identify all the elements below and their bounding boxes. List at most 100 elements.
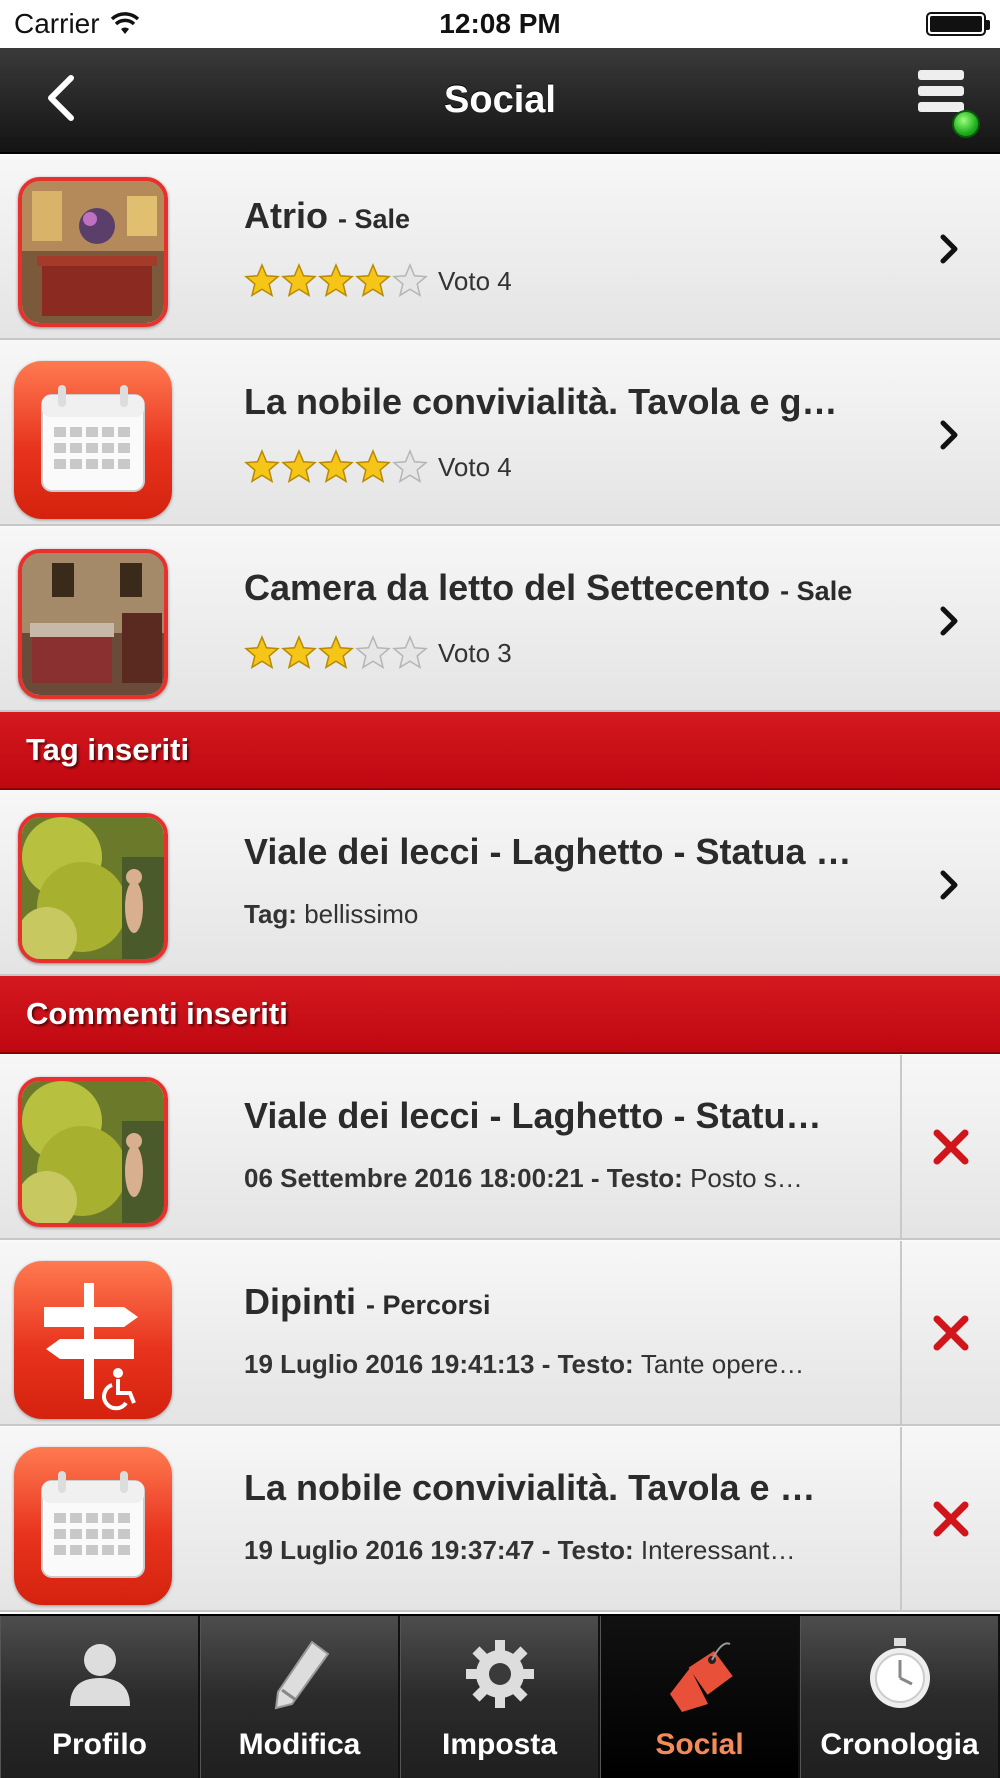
item-category: - Sale [338,204,411,234]
star-filled-icon [355,449,391,484]
tab-bar: Profilo Modifica Imposta Social Cronolog… [0,1614,1000,1778]
star-filled-icon [318,449,354,484]
star-filled-icon [244,263,280,298]
tag-row[interactable]: Viale dei lecci - Laghetto - Statua … Ta… [0,790,1000,976]
comment-meta: 19 Luglio 2016 19:41:13 - Testo: Tante o… [244,1349,804,1380]
vote-label: Voto 4 [438,451,512,482]
tab-profilo[interactable]: Profilo [0,1616,200,1778]
star-filled-icon [281,635,317,670]
section-title: Commenti inseriti [26,996,288,1031]
delete-button[interactable] [900,1427,1000,1610]
item-title-text: Atrio [244,195,328,236]
garden-thumbnail [18,813,168,963]
tab-modifica[interactable]: Modifica [200,1616,400,1778]
item-title: Viale dei lecci - Laghetto - Statu… [244,1095,821,1137]
delete-button[interactable] [900,1241,1000,1424]
tab-imposta[interactable]: Imposta [400,1616,600,1778]
star-filled-icon [244,635,280,670]
star-empty-icon [392,263,428,298]
vote-label: Voto 3 [438,637,512,668]
status-time: 12:08 PM [439,8,561,39]
comment-date: 19 Luglio 2016 19:37:47 - Testo: [244,1535,634,1565]
item-title-text: Viale dei lecci - Laghetto - Statu… [244,1095,822,1136]
menu-button[interactable] [918,70,980,138]
rating-row[interactable]: Camera da letto del Settecento - Sale Vo… [0,526,1000,712]
item-title: Dipinti - Percorsi [244,1281,491,1323]
back-button[interactable] [30,68,90,128]
section-header-tags: Tag inseriti [0,712,1000,790]
chevron-right-icon [940,420,958,450]
star-filled-icon [318,263,354,298]
comment-text: Tante opere… [640,1349,805,1379]
garden-thumbnail [18,1077,168,1227]
calendar-icon [41,385,145,492]
item-title-text: Viale dei lecci - Laghetto - Statua … [244,831,852,872]
comment-row[interactable]: Viale dei lecci - Laghetto - Statu… 06 S… [0,1054,1000,1240]
delete-button[interactable] [900,1055,1000,1238]
signpost-thumbnail [14,1261,172,1419]
status-bar: Carrier 12:08 PM [0,0,1000,48]
comment-text: Interessant… [640,1535,796,1565]
carrier-label: Carrier [14,8,100,39]
tab-cronologia[interactable]: Cronologia [800,1616,1000,1778]
item-title-text: Dipinti [244,1281,356,1322]
calendar-thumbnail [14,361,172,519]
item-title-text: La nobile convivialità. Tavola e … [244,1467,816,1508]
tag-label: Tag: [244,899,297,929]
item-title: La nobile convivialità. Tavola e g… [244,381,838,423]
rating-line: Voto 3 [244,635,512,671]
room-thumbnail [18,549,168,699]
comment-meta: 06 Settembre 2016 18:00:21 - Testo: Post… [244,1163,803,1194]
tag-value: bellissimo [304,899,419,929]
tag-icon [669,1642,733,1712]
tab-social[interactable]: Social [600,1616,800,1778]
vote-label: Voto 4 [438,265,512,296]
rating-row[interactable]: Atrio - Sale Voto 4 [0,154,1000,340]
pencil-icon [274,1640,329,1710]
item-title: La nobile convivialità. Tavola e … [244,1467,816,1509]
item-title-text: Camera da letto del Settecento [244,567,771,608]
chevron-right-icon [940,870,958,900]
item-title: Atrio - Sale [244,195,410,237]
tag-line: Tag: bellissimo [244,899,418,930]
rating-row[interactable]: La nobile convivialità. Tavola e g… Voto… [0,340,1000,526]
tab-label: Imposta [441,1728,558,1761]
social-list: Atrio - Sale Voto 4 La nobile conviviali… [0,154,1000,1612]
rating-line: Voto 4 [244,449,512,485]
signpost-icon [44,1283,138,1411]
star-filled-icon [281,449,317,484]
star-empty-icon [355,635,391,670]
comment-date: 19 Luglio 2016 19:41:13 - Testo: [244,1349,634,1379]
star-empty-icon [392,635,428,670]
battery-icon [926,12,990,36]
star-filled-icon [244,449,280,484]
calendar-thumbnail [14,1447,172,1605]
online-status-icon [952,110,980,138]
tab-label: Modifica [238,1728,361,1761]
item-category: - Sale [780,576,853,606]
nav-bar: Social [0,48,1000,154]
star-filled-icon [355,263,391,298]
star-filled-icon [281,263,317,298]
star-rating [244,635,428,671]
wifi-icon [110,12,139,34]
stopwatch-icon [869,1638,930,1708]
rating-line: Voto 4 [244,263,512,299]
star-rating [244,263,428,299]
comment-meta: 19 Luglio 2016 19:37:47 - Testo: Interes… [244,1535,796,1566]
comment-row[interactable]: Dipinti - Percorsi 19 Luglio 2016 19:41:… [0,1240,1000,1426]
item-title: Viale dei lecci - Laghetto - Statua … [244,831,851,873]
section-title: Tag inseriti [26,732,190,767]
comment-row[interactable]: La nobile convivialità. Tavola e … 19 Lu… [0,1426,1000,1612]
gear-icon [465,1640,534,1708]
star-empty-icon [392,449,428,484]
item-category: - Percorsi [366,1290,491,1320]
page-title: Social [444,78,556,121]
chevron-left-icon [48,75,74,121]
room-thumbnail [18,177,168,327]
tab-label: Social [655,1728,744,1761]
item-title: Camera da letto del Settecento - Sale [244,567,852,609]
close-icon [933,1501,969,1536]
close-icon [933,1129,969,1164]
person-icon [69,1644,130,1706]
